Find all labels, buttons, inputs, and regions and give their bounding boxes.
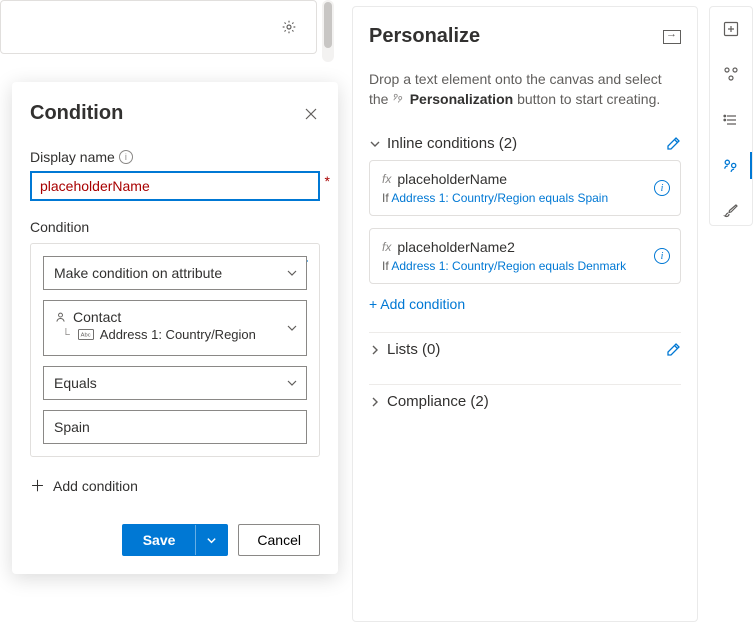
personalization-icon bbox=[392, 93, 407, 107]
lists-header[interactable]: Lists (0) bbox=[369, 332, 681, 366]
info-icon[interactable]: i bbox=[654, 248, 670, 264]
cancel-button[interactable]: Cancel bbox=[238, 524, 320, 556]
tree-connector: └ bbox=[62, 329, 70, 341]
personalize-panel: Personalize Drop a text element onto the… bbox=[352, 6, 698, 622]
condition-section-label: Condition bbox=[30, 219, 320, 235]
text-field-icon: Abc bbox=[78, 329, 94, 340]
info-icon[interactable]: i bbox=[654, 180, 670, 196]
condition-group: … Make condition on attribute Contact └ bbox=[30, 243, 320, 457]
canvas-toolbar bbox=[0, 0, 317, 54]
close-icon[interactable] bbox=[302, 105, 320, 123]
rail-list-icon[interactable] bbox=[717, 106, 745, 134]
display-name-label: Display name i bbox=[30, 149, 320, 165]
expand-panel-icon[interactable] bbox=[663, 30, 681, 44]
operator-select[interactable]: Equals bbox=[43, 366, 307, 400]
attribute-select[interactable]: Contact └ Abc Address 1: Country/Region bbox=[43, 300, 307, 356]
save-button[interactable]: Save bbox=[122, 524, 229, 556]
inline-conditions-header[interactable]: Inline conditions (2) bbox=[369, 127, 681, 160]
rail-brush-icon[interactable] bbox=[717, 197, 745, 225]
value-input[interactable]: Spain bbox=[43, 410, 307, 444]
display-name-input[interactable] bbox=[30, 171, 320, 201]
chevron-right-icon bbox=[369, 396, 381, 408]
save-split-chevron[interactable] bbox=[195, 525, 227, 555]
chevron-down-icon bbox=[286, 377, 298, 389]
canvas-scrollbar[interactable] bbox=[322, 0, 334, 62]
panel-add-condition[interactable]: + Add condition bbox=[369, 296, 681, 312]
edit-icon[interactable] bbox=[665, 342, 681, 358]
svg-text:Abc: Abc bbox=[80, 333, 90, 339]
gear-icon[interactable] bbox=[280, 18, 298, 36]
rail-personalize-icon[interactable] bbox=[710, 152, 752, 180]
chevron-down-icon bbox=[286, 267, 298, 279]
condition-card[interactable]: fx placeholderName2 If Address 1: Countr… bbox=[369, 228, 681, 284]
compliance-header[interactable]: Compliance (2) bbox=[369, 384, 681, 418]
fx-icon: fx bbox=[382, 240, 391, 254]
info-icon[interactable]: i bbox=[119, 150, 133, 164]
chevron-down-icon bbox=[286, 322, 298, 334]
dialog-title: Condition bbox=[30, 102, 123, 125]
condition-dialog: Condition Display name i Condition … Mak… bbox=[12, 82, 338, 574]
condition-mode-select[interactable]: Make condition on attribute bbox=[43, 256, 307, 290]
rail-add-icon[interactable] bbox=[717, 15, 745, 43]
side-rail bbox=[709, 6, 753, 226]
panel-helper-text: Drop a text element onto the canvas and … bbox=[369, 70, 681, 109]
rail-elements-icon[interactable] bbox=[717, 61, 745, 89]
chevron-down-icon bbox=[369, 138, 381, 150]
panel-title: Personalize bbox=[369, 25, 480, 48]
contact-icon bbox=[54, 311, 67, 324]
chevron-right-icon bbox=[369, 344, 381, 356]
fx-icon: fx bbox=[382, 172, 391, 186]
edit-icon[interactable] bbox=[665, 136, 681, 152]
add-condition-button[interactable]: ＋ Add condition bbox=[30, 475, 320, 496]
plus-icon: ＋ bbox=[30, 475, 45, 496]
condition-card[interactable]: fx placeholderName If Address 1: Country… bbox=[369, 160, 681, 216]
